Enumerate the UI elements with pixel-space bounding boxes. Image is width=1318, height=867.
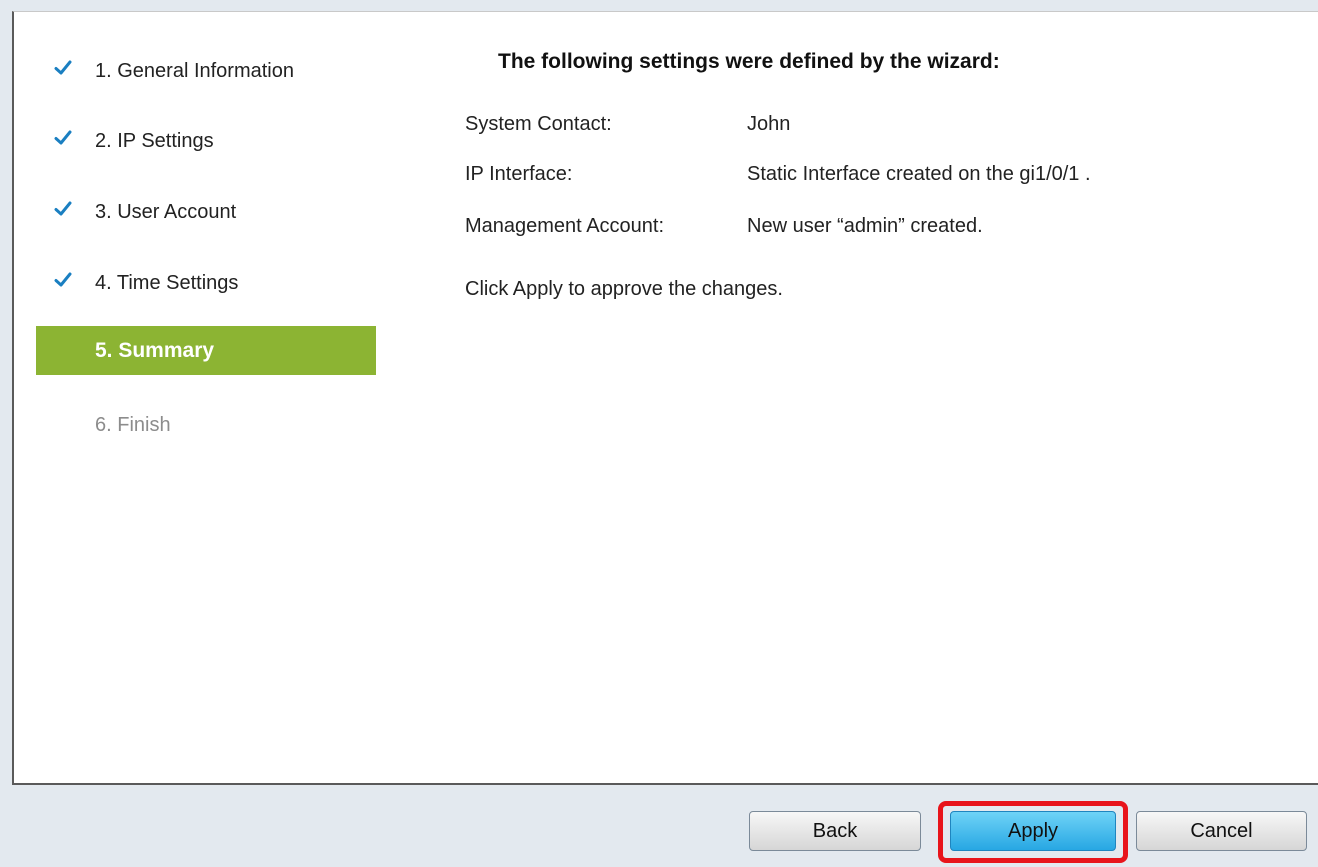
cancel-button[interactable]: Cancel — [1136, 811, 1307, 851]
top-strip — [0, 0, 1318, 11]
step-ip-settings[interactable]: 2. IP Settings — [14, 122, 354, 158]
system-contact-value: John — [747, 113, 791, 135]
step-label: 3. User Account — [95, 201, 237, 223]
wizard-footer: Back Apply Cancel — [0, 787, 1318, 867]
step-time-settings[interactable]: 4. Time Settings — [14, 264, 354, 300]
step-summary: 5. Summary — [36, 326, 376, 375]
checkmark-icon — [54, 272, 72, 287]
step-label: 5. Summary — [95, 339, 215, 362]
step-label: 2. IP Settings — [95, 130, 214, 152]
step-label: 1. General Information — [95, 60, 294, 82]
step-user-account[interactable]: 3. User Account — [14, 193, 354, 229]
checkmark-icon — [54, 60, 72, 75]
checkmark-icon — [54, 201, 72, 216]
step-general-information[interactable]: 1. General Information — [14, 52, 354, 88]
step-finish: 6. Finish — [14, 406, 354, 442]
management-account-value: New user “admin” created. — [747, 215, 983, 237]
apply-button[interactable]: Apply — [950, 811, 1116, 851]
ip-interface-value: Static Interface created on the gi1/0/1 … — [747, 163, 1091, 185]
step-label: 6. Finish — [95, 414, 171, 436]
back-button[interactable]: Back — [749, 811, 921, 851]
summary-heading: The following settings were defined by t… — [498, 50, 1000, 73]
step-label: 4. Time Settings — [95, 272, 239, 294]
ip-interface-label: IP Interface: — [465, 163, 573, 185]
management-account-label: Management Account: — [465, 215, 665, 237]
apply-instruction: Click Apply to approve the changes. — [465, 278, 783, 300]
system-contact-label: System Contact: — [465, 113, 612, 135]
checkmark-icon — [54, 130, 72, 145]
wizard-panel: 1. General Information 2. IP Settings 3.… — [12, 11, 1318, 785]
